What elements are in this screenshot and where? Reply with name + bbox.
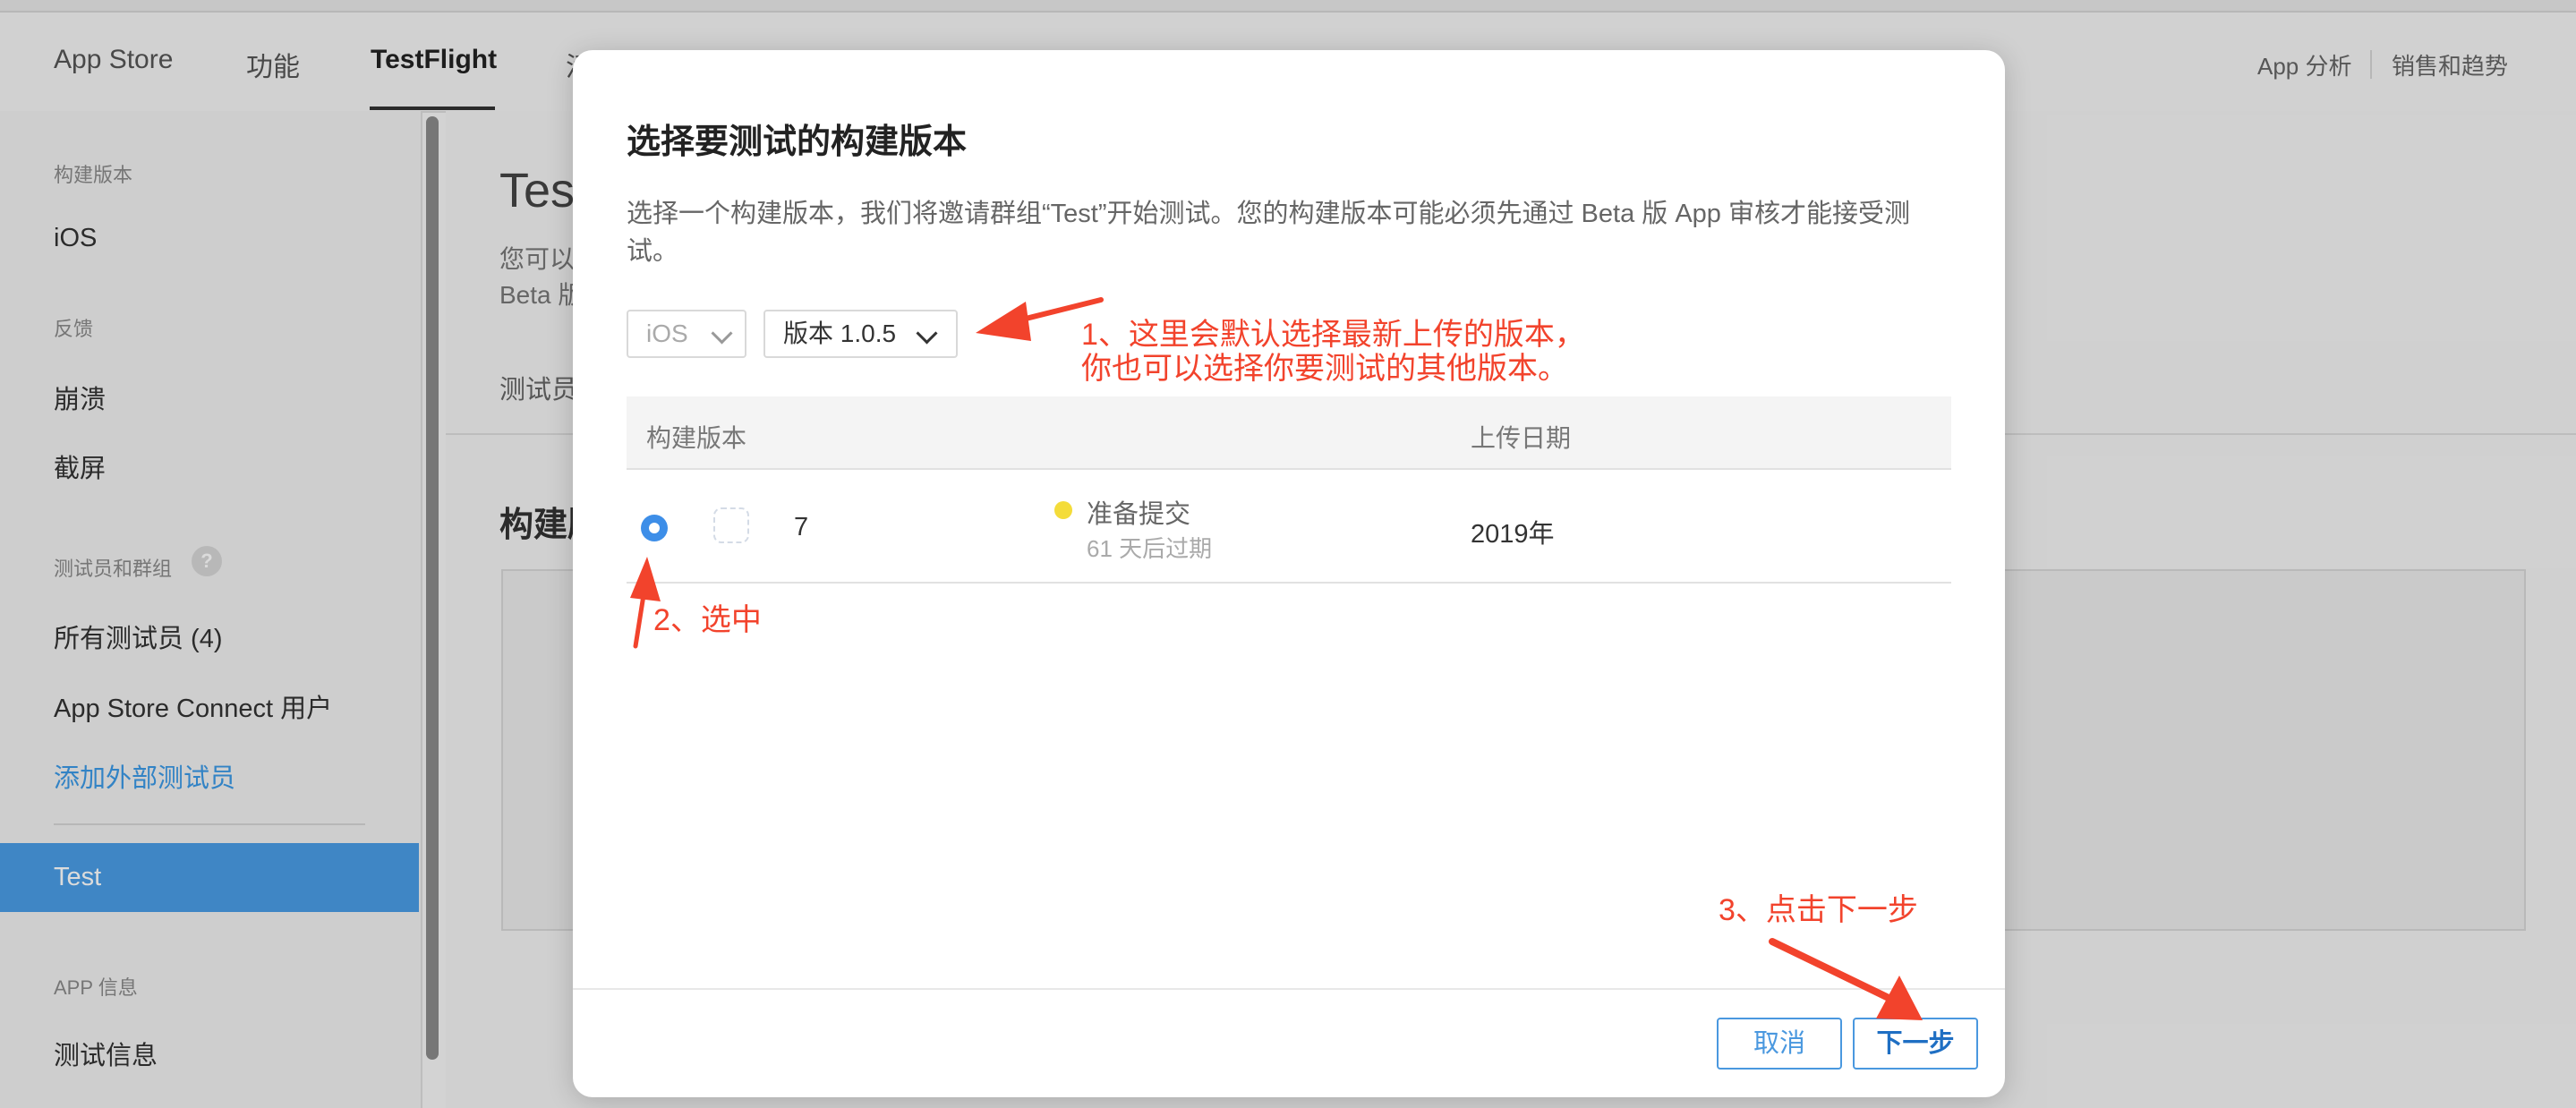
build-number: 7 [794, 513, 809, 541]
table-header [627, 396, 1951, 470]
platform-select-value: iOS [646, 320, 688, 347]
build-expiry: 61 天后过期 [1087, 535, 1213, 562]
status-dot-icon [1054, 501, 1072, 519]
build-radio-button[interactable] [641, 515, 668, 541]
annotation-note-3: 3、点击下一步 [1719, 893, 1918, 927]
next-button[interactable]: 下一步 [1853, 1018, 1978, 1070]
build-status: 准备提交 [1087, 500, 1191, 529]
chevron-down-icon [711, 322, 733, 345]
chevron-down-icon [916, 322, 938, 345]
annotation-note-1-line-2: 你也可以选择你要测试的其他版本。 [1081, 352, 1568, 386]
cancel-button[interactable]: 取消 [1717, 1018, 1842, 1070]
modal-description: 选择一个构建版本，我们将邀请群组“Test”开始测试。您的构建版本可能必须先通过… [627, 200, 1910, 266]
column-header-upload-date: 上传日期 [1471, 424, 1572, 452]
modal-footer-divider [573, 988, 2005, 990]
version-select-value: 版本 1.0.5 [783, 320, 897, 347]
app-icon [713, 507, 749, 543]
column-header-build: 构建版本 [646, 424, 747, 452]
modal-title: 选择要测试的构建版本 [627, 124, 968, 161]
annotation-note-2: 2、选中 [653, 603, 762, 637]
table-row[interactable] [627, 470, 1951, 584]
version-select[interactable]: 版本 1.0.5 [763, 310, 958, 358]
platform-select[interactable]: iOS [627, 310, 746, 358]
upload-date: 2019年 [1471, 520, 1555, 549]
annotation-note-1-line-1: 1、这里会默认选择最新上传的版本， [1081, 318, 1585, 352]
